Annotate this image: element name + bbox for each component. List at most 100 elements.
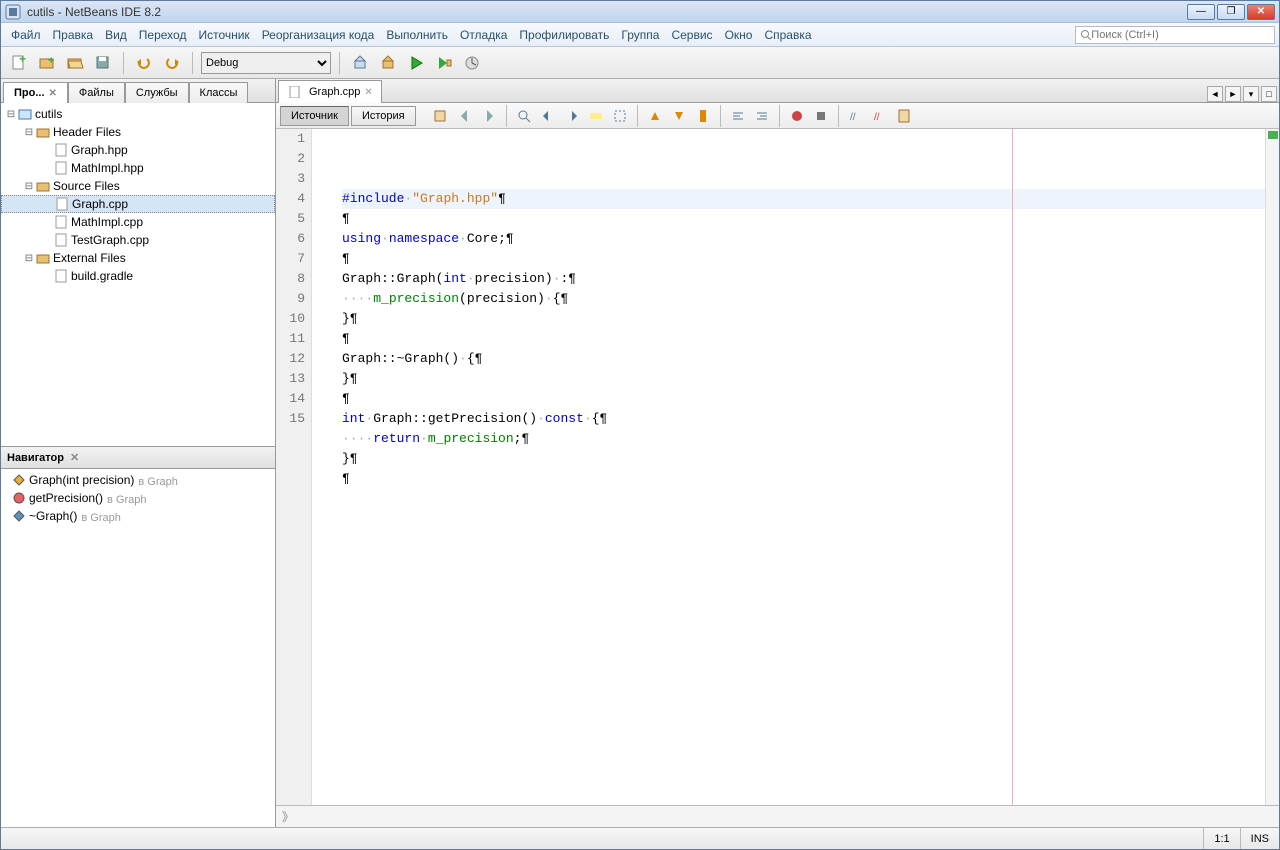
tree-project-root[interactable]: ⊟cutils [1, 105, 275, 123]
menu-view[interactable]: Вид [99, 25, 133, 45]
tree-file-active[interactable]: Graph.cpp [1, 195, 275, 213]
code-line[interactable]: Graph::Graph(int·precision)·:¶ [342, 269, 1265, 289]
navigator-item[interactable]: ~Graph()в Graph [1, 507, 275, 525]
menu-source[interactable]: Источник [192, 25, 255, 45]
scroll-left-button[interactable]: ◄ [1207, 86, 1223, 102]
editor-tab[interactable]: Graph.cpp ✕ [278, 80, 382, 103]
code-line[interactable]: }¶ [342, 309, 1265, 329]
code-line[interactable]: using·namespace·Core;¶ [342, 229, 1265, 249]
next-bookmark-button[interactable] [668, 105, 690, 127]
code-line[interactable]: int·Graph::getPrecision()·const·{¶ [342, 409, 1265, 429]
tree-folder-external[interactable]: ⊟External Files [1, 249, 275, 267]
code-line[interactable]: ····m_precision(precision)·{¶ [342, 289, 1265, 309]
error-stripe[interactable] [1265, 129, 1279, 805]
code-line[interactable]: Graph::~Graph()·{¶ [342, 349, 1265, 369]
last-edit-button[interactable] [430, 105, 452, 127]
menu-refactor[interactable]: Реорганизация кода [256, 25, 381, 45]
tree-file[interactable]: MathImpl.hpp [1, 159, 275, 177]
code-area[interactable]: 123456789101112131415 #include·"Graph.hp… [276, 129, 1279, 805]
maximize-button[interactable]: ❐ [1217, 4, 1245, 20]
tree-file[interactable]: TestGraph.cpp [1, 231, 275, 249]
insert-mode[interactable]: INS [1240, 828, 1279, 849]
menu-debug[interactable]: Отладка [454, 25, 513, 45]
menu-team[interactable]: Группа [615, 25, 665, 45]
tree-folder-headers[interactable]: ⊟Header Files [1, 123, 275, 141]
menu-goto[interactable]: Переход [133, 25, 193, 45]
debug-button[interactable] [432, 51, 456, 75]
find-prev-button[interactable] [537, 105, 559, 127]
prev-bookmark-button[interactable] [644, 105, 666, 127]
comment-button[interactable]: // [845, 105, 867, 127]
tree-file[interactable]: MathImpl.cpp [1, 213, 275, 231]
tab-classes[interactable]: Классы [189, 82, 249, 103]
forward-button[interactable] [478, 105, 500, 127]
code-line[interactable]: ¶ [342, 389, 1265, 409]
code-text[interactable]: #include·"Graph.hpp"¶¶using·namespace·Co… [312, 129, 1265, 805]
new-file-button[interactable]: + [7, 51, 31, 75]
show-list-button[interactable]: ▾ [1243, 86, 1259, 102]
menu-help[interactable]: Справка [758, 25, 817, 45]
code-line[interactable]: ····return·m_precision;¶ [342, 429, 1265, 449]
undo-button[interactable] [132, 51, 156, 75]
open-button[interactable] [63, 51, 87, 75]
menu-window[interactable]: Окно [719, 25, 759, 45]
shift-right-button[interactable] [751, 105, 773, 127]
breadcrumb-bar[interactable]: 》 [276, 805, 1279, 827]
code-line[interactable]: ¶ [342, 329, 1265, 349]
project-tree[interactable]: ⊟cutils ⊟Header Files Graph.hpp MathImpl… [1, 103, 275, 446]
code-line[interactable]: }¶ [342, 449, 1265, 469]
stop-macro-button[interactable] [810, 105, 832, 127]
navigator-list[interactable]: Graph(int precision)в GraphgetPrecision(… [1, 469, 275, 827]
close-icon[interactable]: ✕ [49, 88, 57, 99]
uncomment-button[interactable]: // [869, 105, 891, 127]
shift-left-button[interactable] [727, 105, 749, 127]
close-icon[interactable]: ✕ [70, 451, 79, 464]
toggle-rect-sel-button[interactable] [609, 105, 631, 127]
clean-build-button[interactable] [376, 51, 400, 75]
save-all-button[interactable] [91, 51, 115, 75]
code-line[interactable]: ¶ [342, 209, 1265, 229]
goto-header-button[interactable] [893, 105, 915, 127]
back-button[interactable] [454, 105, 476, 127]
navigator-item[interactable]: Graph(int precision)в Graph [1, 471, 275, 489]
redo-button[interactable] [160, 51, 184, 75]
menu-file[interactable]: Файл [5, 25, 47, 45]
toggle-highlight-button[interactable] [585, 105, 607, 127]
global-search[interactable] [1075, 26, 1275, 44]
menu-profile[interactable]: Профилировать [513, 25, 615, 45]
mode-source[interactable]: Источник [280, 106, 349, 126]
maximize-editor-button[interactable]: □ [1261, 86, 1277, 102]
toggle-bookmark-button[interactable] [692, 105, 714, 127]
config-select[interactable]: Debug [201, 52, 331, 74]
tree-file[interactable]: build.gradle [1, 267, 275, 285]
member-sig: Graph(int precision) [29, 473, 134, 487]
code-line[interactable]: ¶ [342, 469, 1265, 489]
scroll-right-button[interactable]: ► [1225, 86, 1241, 102]
tab-services[interactable]: Службы [125, 82, 189, 103]
tab-files[interactable]: Файлы [68, 82, 125, 103]
build-button[interactable] [348, 51, 372, 75]
minimize-button[interactable]: — [1187, 4, 1215, 20]
close-icon[interactable]: ✕ [364, 87, 372, 98]
search-input[interactable] [1091, 29, 1270, 41]
run-button[interactable] [404, 51, 428, 75]
code-line[interactable]: }¶ [342, 369, 1265, 389]
line-gutter[interactable]: 123456789101112131415 [276, 129, 312, 805]
code-line[interactable]: #include·"Graph.hpp"¶ [342, 189, 1265, 209]
navigator-item[interactable]: getPrecision()в Graph [1, 489, 275, 507]
new-project-button[interactable]: + [35, 51, 59, 75]
menu-run[interactable]: Выполнить [380, 25, 454, 45]
find-next-button[interactable] [561, 105, 583, 127]
close-button[interactable]: ✕ [1247, 4, 1275, 20]
tab-projects[interactable]: Про...✕ [3, 82, 68, 103]
caret-position[interactable]: 1:1 [1203, 828, 1239, 849]
menu-edit[interactable]: Правка [47, 25, 100, 45]
mode-history[interactable]: История [351, 106, 416, 126]
code-line[interactable]: ¶ [342, 249, 1265, 269]
find-sel-button[interactable] [513, 105, 535, 127]
menu-tools[interactable]: Сервис [665, 25, 718, 45]
tree-folder-sources[interactable]: ⊟Source Files [1, 177, 275, 195]
profile-button[interactable] [460, 51, 484, 75]
start-macro-button[interactable] [786, 105, 808, 127]
tree-file[interactable]: Graph.hpp [1, 141, 275, 159]
